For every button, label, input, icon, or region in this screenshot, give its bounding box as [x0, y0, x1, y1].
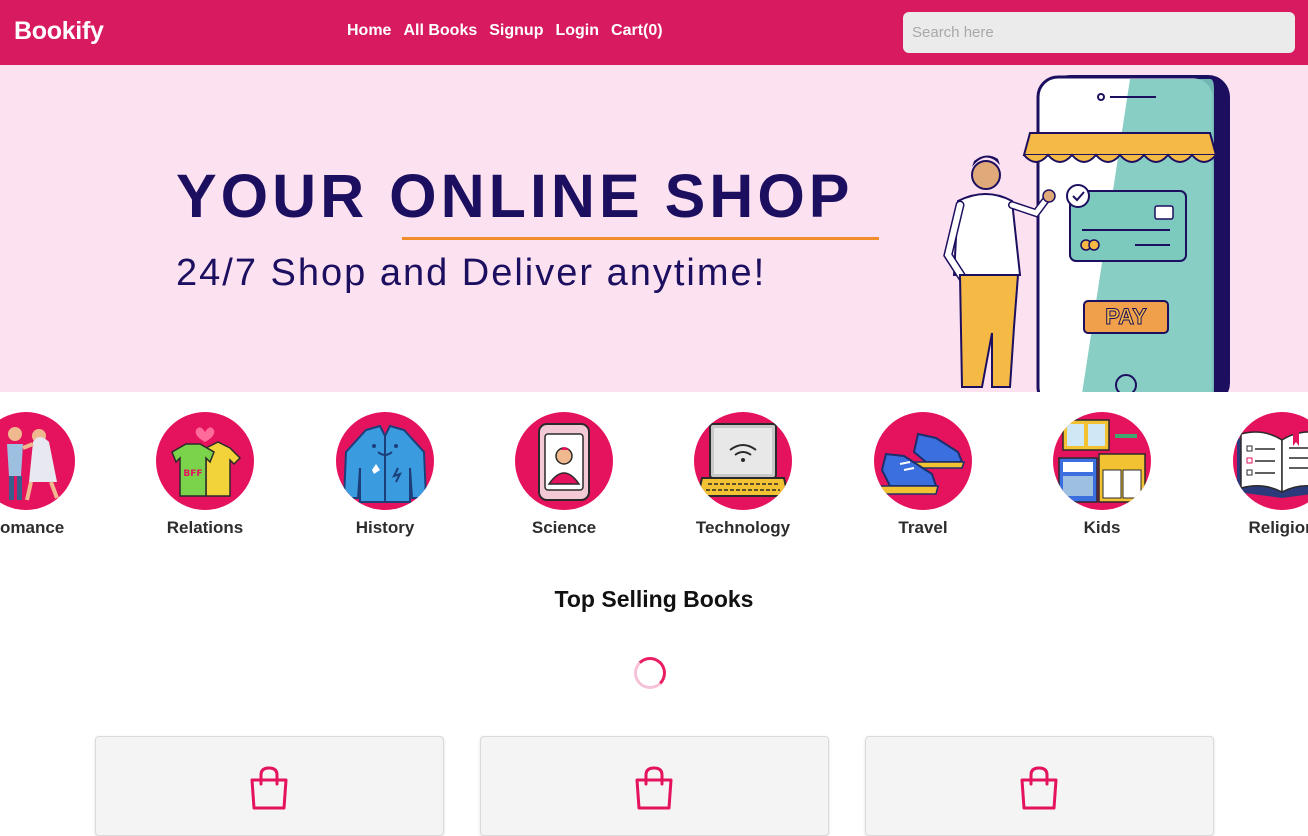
category-strip: Romance BFF Relations History	[0, 392, 1308, 552]
category-label: History	[355, 518, 415, 537]
hero-title: YOUR ONLINE SHOP	[176, 162, 854, 230]
shopping-bag-icon	[250, 766, 288, 810]
product-card[interactable]	[480, 736, 829, 836]
furniture-icon	[1053, 412, 1151, 510]
svg-text:BFF: BFF	[183, 469, 202, 479]
category-relations[interactable]: BFF Relations	[135, 412, 275, 538]
brand-logo[interactable]: Bookify	[14, 17, 104, 46]
category-science[interactable]: Science	[494, 412, 634, 538]
category-romance[interactable]: Romance	[0, 412, 96, 538]
hero-banner: YOUR ONLINE SHOP 24/7 Shop and Deliver a…	[0, 65, 1308, 392]
search-input[interactable]	[903, 12, 1295, 53]
tshirts-icon: BFF	[156, 412, 254, 510]
hero-underline	[402, 237, 879, 240]
loading-spinner	[634, 657, 666, 689]
category-label: Relations	[166, 518, 244, 537]
category-history[interactable]: History	[315, 412, 455, 538]
category-label: Travel	[898, 518, 948, 537]
pay-label: PAY	[1105, 304, 1147, 329]
nav-signup-link[interactable]: Signup	[489, 22, 543, 40]
product-card[interactable]	[95, 736, 444, 836]
navbar: Bookify Home All Books Signup Login Cart…	[0, 0, 1308, 65]
category-technology[interactable]: Technology	[673, 412, 813, 538]
hero-subtitle: 24/7 Shop and Deliver anytime!	[176, 252, 767, 294]
category-label: Technology	[695, 518, 791, 537]
category-label: Religion	[1248, 518, 1308, 537]
product-card[interactable]	[865, 736, 1214, 836]
laptop-icon	[694, 412, 792, 510]
tablet-icon	[515, 412, 613, 510]
nav-all-books-link[interactable]: All Books	[403, 22, 477, 40]
shopping-bag-icon	[1020, 766, 1058, 810]
nav-links: Home All Books Signup Login Cart(0)	[347, 22, 663, 40]
shopping-bag-icon	[635, 766, 673, 810]
category-kids[interactable]: Kids	[1032, 412, 1172, 538]
nav-login-link[interactable]: Login	[555, 22, 599, 40]
category-religion[interactable]: Religion	[1212, 412, 1308, 538]
category-travel[interactable]: Travel	[853, 412, 993, 538]
shop-illustration: PAY	[943, 75, 1230, 392]
category-label: Romance	[0, 518, 65, 537]
category-label: Science	[531, 518, 597, 537]
shoes-icon	[874, 412, 972, 510]
book-icon	[1233, 412, 1308, 510]
jacket-icon	[336, 412, 434, 510]
nav-cart-link[interactable]: Cart(0)	[611, 22, 663, 40]
category-label: Kids	[1083, 518, 1121, 537]
romance-icon	[0, 412, 75, 510]
section-title: Top Selling Books	[554, 586, 754, 612]
nav-home-link[interactable]: Home	[347, 22, 391, 40]
